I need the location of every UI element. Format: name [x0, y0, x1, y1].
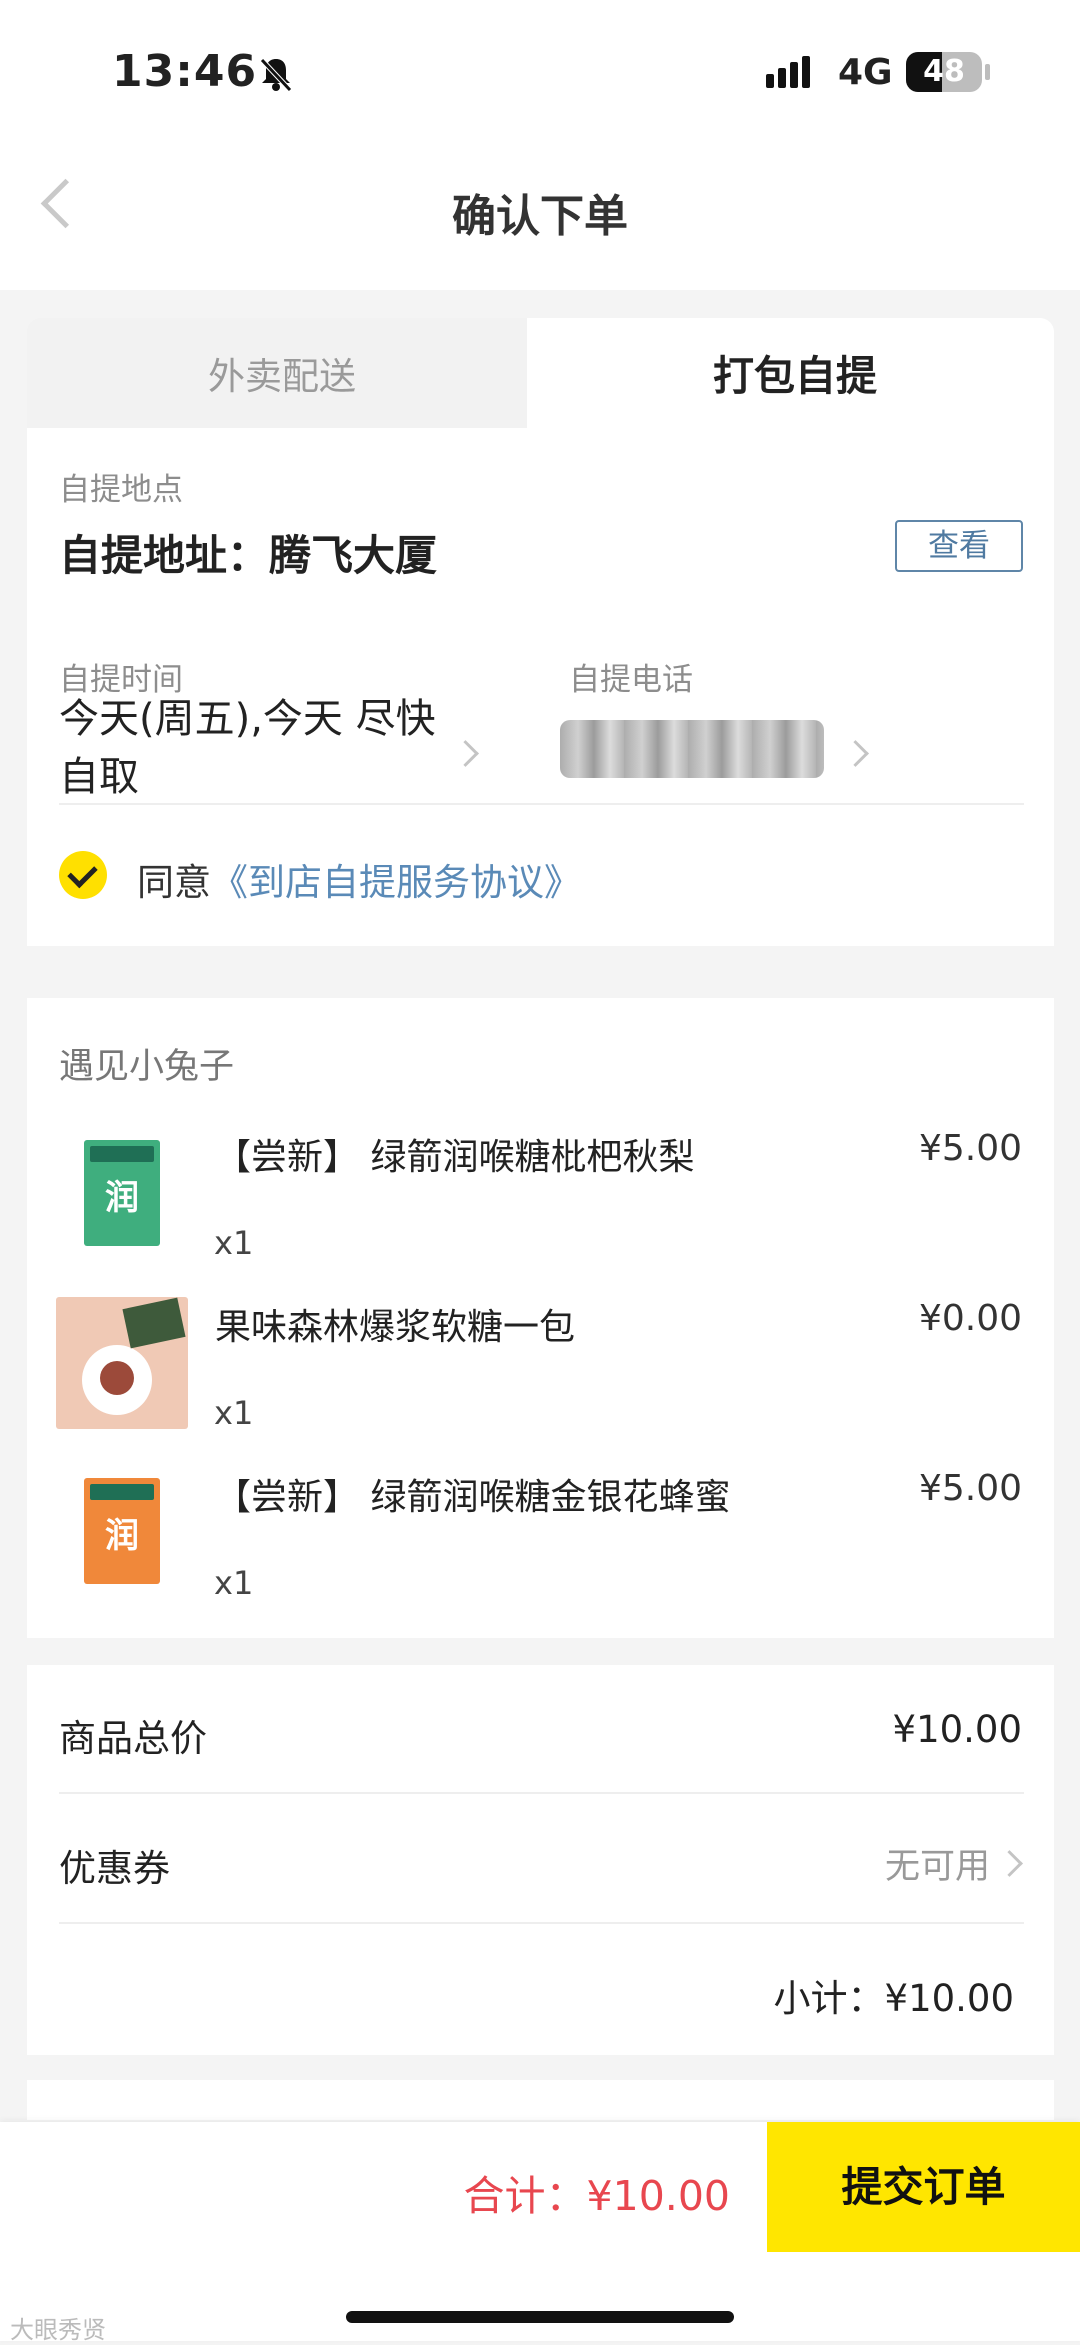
pickup-address: 自提地址：腾飞大厦	[59, 531, 438, 580]
product-thumbnail[interactable]	[56, 1297, 188, 1429]
signal-icon	[766, 56, 814, 88]
view-address-button[interactable]: 查看	[895, 520, 1023, 572]
pickup-location-label: 自提地点	[59, 472, 183, 508]
agree-label: 同意	[137, 861, 211, 904]
coupon-value[interactable]: 无可用	[690, 1838, 990, 1889]
submit-order-button[interactable]: 提交订单	[767, 2122, 1080, 2252]
product-qty: x1	[214, 1564, 254, 1602]
product-price: ¥5.00	[918, 1468, 1022, 1509]
battery-cap	[985, 64, 990, 80]
product-thumbnail[interactable]: 润	[84, 1140, 160, 1246]
divider	[59, 1792, 1024, 1794]
divider	[59, 803, 1024, 805]
bell-muted-icon	[260, 58, 292, 92]
pickup-time-value[interactable]: 今天(周五),今天 尽快自取	[59, 690, 459, 806]
product-qty: x1	[214, 1224, 254, 1262]
product-thumbnail-text: 润	[105, 1178, 139, 1218]
agreement-link[interactable]: 《到店自提服务协议》	[211, 861, 581, 904]
tab-pickup-label: 打包自提	[713, 352, 877, 400]
product-price: ¥5.00	[918, 1128, 1022, 1169]
product-name: 果味森林爆浆软糖一包	[215, 1307, 576, 1348]
coupon-label: 优惠券	[59, 1847, 170, 1890]
goods-total-value: ¥10.00	[892, 1708, 1022, 1751]
pickup-phone-blurred[interactable]	[560, 720, 824, 778]
product-thumbnail-text: 润	[105, 1516, 139, 1556]
goods-total-label: 商品总价	[59, 1717, 207, 1760]
subtotal: 小计：¥10.00	[773, 1977, 1014, 2020]
tab-delivery-label: 外卖配送	[208, 355, 356, 398]
agreement-text: 同意《到店自提服务协议》	[137, 852, 581, 906]
order-total: 合计：¥10.00	[463, 2172, 730, 2220]
status-time: 13:46	[112, 46, 258, 97]
shop-name: 遇见小兔子	[59, 1047, 235, 1087]
pickup-phone-label: 自提电话	[569, 662, 693, 698]
page-title: 确认下单	[452, 191, 628, 242]
product-price: ¥0.00	[918, 1298, 1022, 1339]
battery-icon: 48	[906, 52, 982, 92]
product-name: 【尝新】 绿箭润喉糖枇杷秋梨	[215, 1137, 695, 1178]
watermark-text: 大眼秀贤	[10, 2316, 106, 2344]
next-card-partial	[27, 2080, 1054, 2120]
product-qty: x1	[214, 1394, 254, 1432]
battery-level: 48	[923, 54, 965, 89]
network-label: 4G	[838, 52, 893, 93]
agree-checkbox[interactable]	[59, 851, 107, 899]
home-indicator[interactable]	[346, 2311, 734, 2323]
product-name: 【尝新】 绿箭润喉糖金银花蜂蜜	[215, 1477, 731, 1518]
product-thumbnail[interactable]: 润	[84, 1478, 160, 1584]
divider	[59, 1922, 1024, 1924]
